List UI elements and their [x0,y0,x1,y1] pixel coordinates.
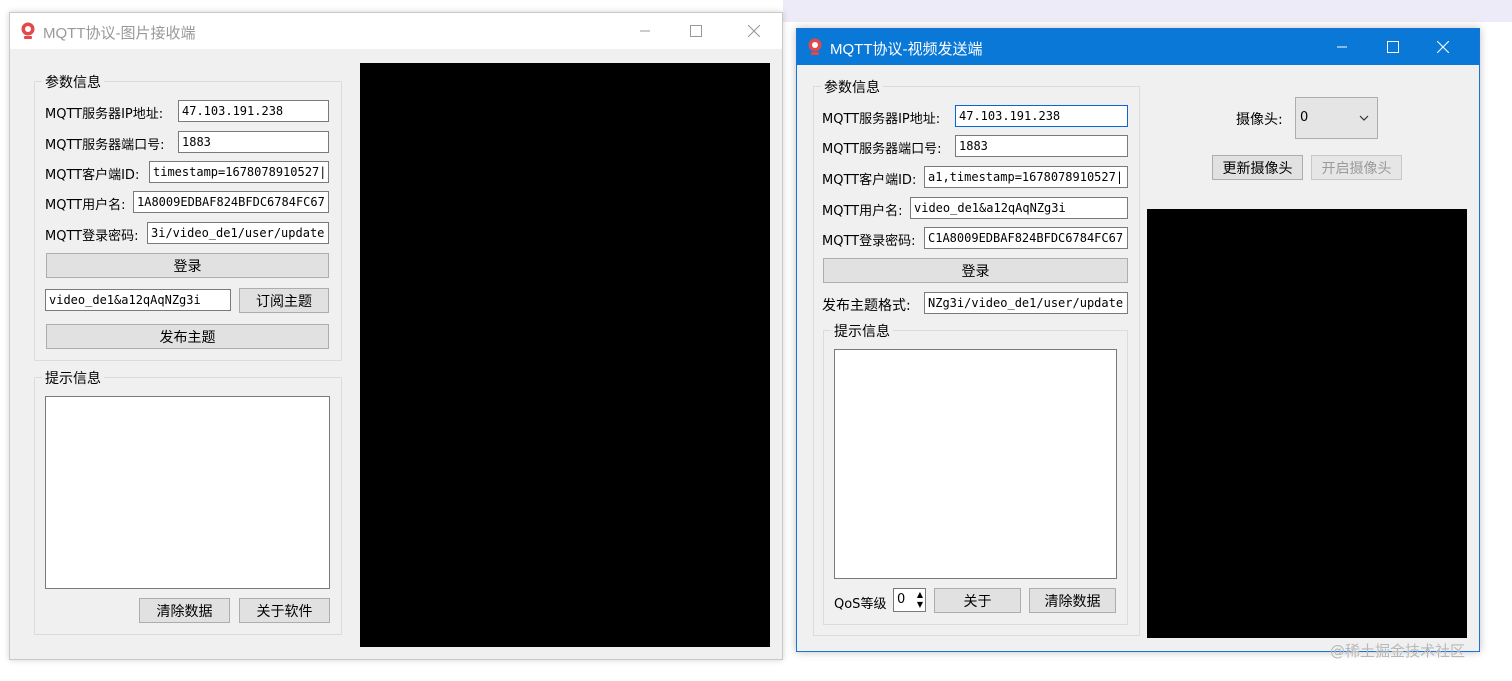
topic-format-input[interactable]: NZg3i/video_de1/user/update [924,292,1128,314]
topic-format-label: 发布主题格式: [822,298,911,314]
username-input[interactable]: video_de1&a12qAqNZg3i [910,197,1128,219]
client-id-input[interactable]: a1,timestamp=1678078910527| [924,166,1128,188]
watermark: @稀土掘金技术社区 [1330,642,1466,660]
login-button[interactable]: 登录 [823,258,1128,283]
username-label: MQTT用户名: [822,204,903,219]
clear-data-button[interactable]: 清除数据 [139,598,230,623]
video-preview [1147,209,1467,638]
password-input[interactable]: 3i/video_de1/user/update [147,222,329,244]
close-button[interactable] [731,13,777,49]
window-title: MQTT协议-图片接收端 [43,25,196,42]
username-input[interactable]: 1A8009EDBAF824BFDC6784FC67 [133,191,329,213]
params-group-title: 参数信息 [42,72,104,92]
camera-select-value: 0 [1300,110,1309,125]
info-group-title: 提示信息 [42,368,104,388]
login-button[interactable]: 登录 [46,253,329,278]
ip-label: MQTT服务器IP地址: [45,107,164,122]
params-group-title: 参数信息 [821,77,883,97]
ip-input[interactable]: 47.103.191.238 [955,105,1128,127]
info-group-title: 提示信息 [831,321,893,341]
spin-arrows-icon[interactable]: ▲ ▼ [917,590,923,610]
maximize-button[interactable] [673,13,719,49]
client-id-label: MQTT客户端ID: [822,173,917,188]
refresh-camera-button[interactable]: 更新摄像头 [1212,155,1303,180]
params-group: 参数信息 [34,72,342,361]
sender-window: MQTT协议-视频发送端 参数信息 MQTT服务器IP地址: 47.103.19… [796,28,1480,652]
clear-data-button[interactable]: 清除数据 [1029,588,1116,613]
username-label: MQTT用户名: [45,198,126,213]
maximize-icon [690,25,702,37]
publish-button[interactable]: 发布主题 [46,324,329,349]
port-label: MQTT服务器端口号: [45,138,165,153]
minimize-icon [640,30,650,32]
about-software-button[interactable]: 关于软件 [239,598,330,623]
password-label: MQTT登录密码: [45,229,139,244]
ip-input[interactable]: 47.103.191.238 [178,100,329,122]
password-input[interactable]: C1A8009EDBAF824BFDC6784FC67 [924,227,1128,249]
info-textarea[interactable] [834,349,1117,579]
maximize-button[interactable] [1370,29,1416,65]
open-camera-button[interactable]: 开启摄像头 [1311,155,1402,180]
minimize-icon [1337,46,1347,48]
receiver-titlebar[interactable]: MQTT协议-图片接收端 [10,13,782,49]
close-button[interactable] [1420,29,1466,65]
maximize-icon [1387,41,1399,53]
port-label: MQTT服务器端口号: [822,142,942,157]
minimize-button[interactable] [1319,29,1365,65]
camera-label: 摄像头: [1236,112,1283,128]
subscribe-topic-input[interactable]: video_de1&a12qAqNZg3i [45,289,231,311]
camera-select[interactable]: 0 [1295,97,1378,139]
ip-label: MQTT服务器IP地址: [822,112,941,127]
port-input[interactable]: 1883 [955,135,1128,157]
close-icon [748,25,760,37]
app-icon [20,22,36,40]
subscribe-button[interactable]: 订阅主题 [239,288,329,313]
minimize-button[interactable] [622,13,668,49]
close-icon [1437,41,1449,53]
info-textarea[interactable] [45,396,330,589]
window-title: MQTT协议-视频发送端 [830,41,983,58]
qos-spinbox[interactable]: 0 ▲ ▼ [893,588,926,612]
qos-value: 0 [897,592,906,607]
app-icon [807,38,823,56]
chevron-down-icon [1359,115,1369,121]
image-display [360,63,770,647]
receiver-window: MQTT协议-图片接收端 参数信息 MQTT服务器IP地址: 47.103.19… [9,12,783,660]
background-strip [783,0,1512,22]
password-label: MQTT登录密码: [822,234,916,249]
client-id-input[interactable]: timestamp=1678078910527| [149,161,329,183]
about-button[interactable]: 关于 [934,588,1021,613]
client-id-label: MQTT客户端ID: [45,168,140,183]
sender-titlebar[interactable]: MQTT协议-视频发送端 [797,29,1479,65]
qos-label: QoS等级 [834,597,887,612]
port-input[interactable]: 1883 [178,131,329,153]
